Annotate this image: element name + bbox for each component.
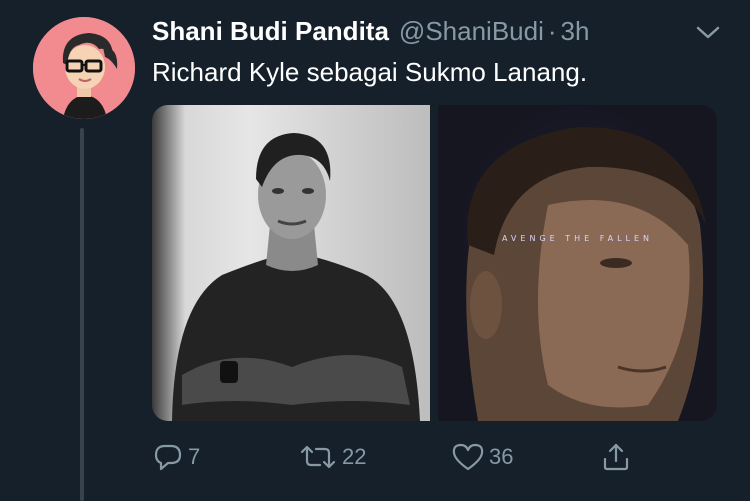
reply-button[interactable]: 7	[152, 440, 200, 474]
retweet-count: 22	[342, 444, 367, 469]
heart-icon	[452, 443, 484, 471]
retweet-button[interactable]: 22	[298, 440, 366, 474]
user-handle[interactable]: @ShaniBudi	[399, 16, 544, 47]
more-options-button[interactable]	[694, 20, 722, 44]
share-button[interactable]	[600, 440, 632, 474]
separator-dot: ·	[547, 15, 557, 46]
like-button[interactable]: 36	[451, 440, 513, 474]
display-name[interactable]: Shani Budi Pandita	[152, 16, 389, 47]
reply-icon	[154, 444, 182, 471]
poster-caption: AVENGE THE FALLEN	[501, 234, 654, 243]
tweet-actions: 7 22 36	[0, 440, 750, 474]
tweet-header: Shani Budi Pandita @ShaniBudi · 3h	[152, 14, 589, 48]
media-image-right[interactable]: AVENGE THE FALLEN	[438, 105, 717, 421]
reply-count: 7	[188, 444, 201, 469]
movie-poster-icon	[438, 105, 717, 421]
timestamp[interactable]: 3h	[561, 16, 590, 47]
portrait-photo-icon	[172, 133, 420, 421]
share-icon	[603, 443, 629, 471]
chevron-down-icon	[696, 26, 720, 39]
tweet-text: Richard Kyle sebagai Sukmo Lanang.	[152, 57, 588, 87]
retweet-icon	[300, 445, 336, 469]
cartoon-avatar-icon	[33, 17, 135, 119]
tweet-media[interactable]: AVENGE THE FALLEN	[152, 105, 717, 421]
media-divider	[430, 105, 438, 421]
like-count: 36	[489, 444, 514, 469]
media-image-left[interactable]	[152, 105, 430, 421]
avatar[interactable]	[33, 17, 135, 119]
